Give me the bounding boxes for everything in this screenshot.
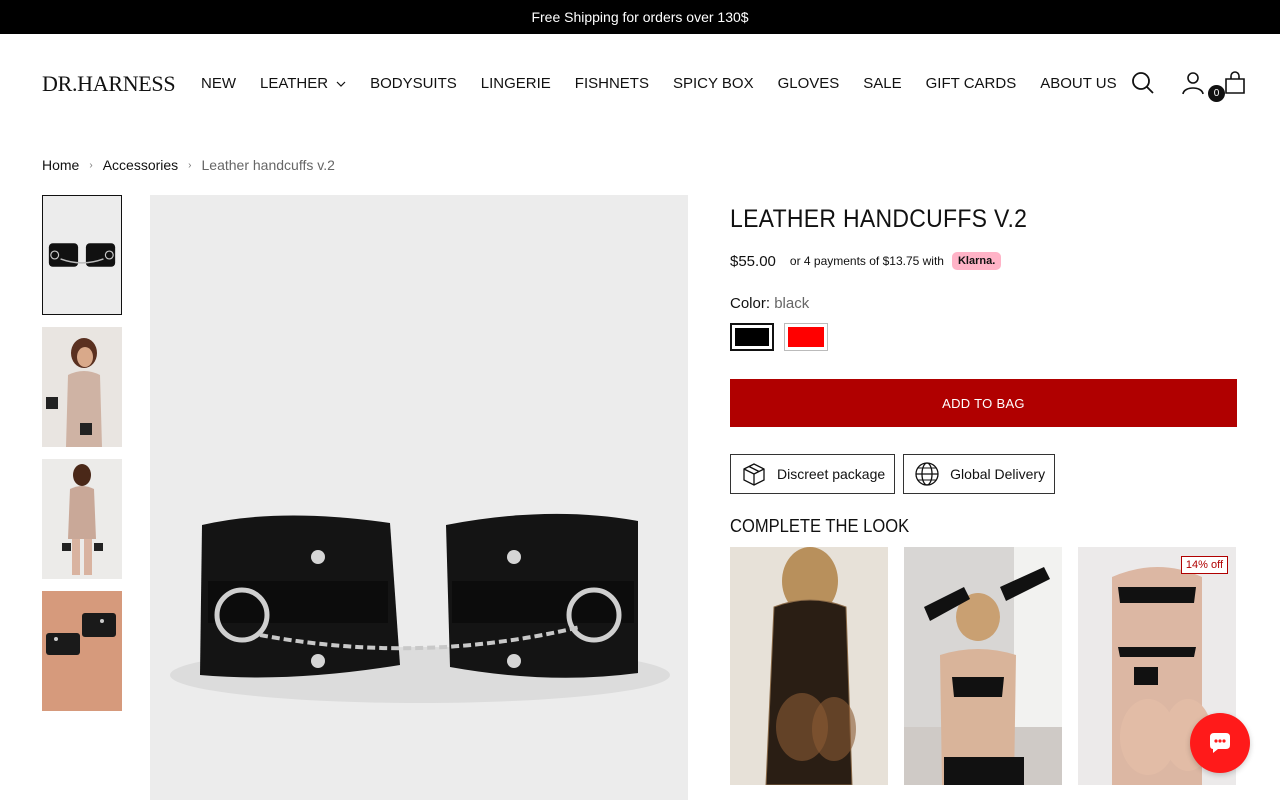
breadcrumb-home[interactable]: Home	[42, 157, 79, 173]
complete-the-look-grid: 14% off	[730, 547, 1237, 785]
thumbnail-wrists[interactable]	[42, 591, 122, 711]
nav-item-gloves[interactable]: GLOVES	[778, 75, 840, 92]
breadcrumb-accessories[interactable]: Accessories	[103, 157, 178, 173]
breadcrumb: Home › Accessories › Leather handcuffs v…	[42, 157, 335, 173]
nav-item-leather[interactable]: LEATHER	[260, 75, 346, 92]
model-photo	[42, 459, 122, 579]
package-icon	[743, 463, 765, 486]
brand-logo[interactable]: DR.HARNESS	[42, 71, 176, 97]
selected-color-value: black	[774, 295, 810, 312]
feature-discreet-package: Discreet package	[730, 454, 896, 494]
chevron-right-icon: ›	[188, 159, 192, 171]
site-header: DR.HARNESS NEW LEATHER BODYSUITS LINGERI…	[0, 34, 1280, 134]
look-product-image	[730, 547, 888, 785]
breadcrumb-current: Leather handcuffs v.2	[201, 157, 335, 173]
klarna-installments-text: or 4 payments of $13.75 with	[789, 254, 944, 268]
swatch-black-fill	[735, 328, 769, 346]
product-info: LEATHER HANDCUFFS V.2 $55.00 or 4 paymen…	[730, 205, 1237, 785]
look-card-gloves[interactable]	[904, 547, 1062, 785]
nav-item-new[interactable]: NEW	[201, 75, 236, 92]
main-product-image[interactable]	[150, 195, 688, 800]
announcement-text: Free Shipping for orders over 130$	[531, 9, 749, 25]
color-selector-label: Color: black	[730, 295, 810, 312]
chevron-down-icon	[336, 81, 346, 87]
handcuffs-photo	[150, 195, 688, 800]
nav-item-gift-cards[interactable]: GIFT CARDS	[926, 75, 1017, 92]
main-nav: NEW LEATHER BODYSUITS LINGERIE FISHNETS …	[201, 75, 1117, 92]
swatch-red[interactable]	[784, 323, 828, 351]
thumbnail-model-front[interactable]	[42, 327, 122, 447]
chat-icon	[1210, 733, 1230, 753]
nav-item-spicy-box[interactable]: SPICY BOX	[673, 75, 754, 92]
model-photo	[42, 327, 122, 447]
product-price: $55.00	[730, 252, 776, 270]
nav-item-about-us[interactable]: ABOUT US	[1040, 75, 1116, 92]
nav-item-lingerie[interactable]: LINGERIE	[481, 75, 551, 92]
thumbnail-model-full[interactable]	[42, 459, 122, 579]
model-photo	[42, 591, 122, 711]
product-thumbnail-image	[43, 196, 121, 314]
product-title: LEATHER HANDCUFFS V.2	[730, 205, 1028, 233]
feature-global-delivery: Global Delivery	[903, 454, 1056, 494]
complete-the-look-title: COMPLETE THE LOOK	[730, 516, 910, 536]
nav-item-bodysuits[interactable]: BODYSUITS	[370, 75, 457, 92]
search-icon[interactable]	[1130, 70, 1156, 96]
chevron-right-icon: ›	[89, 159, 93, 171]
discount-badge: 14% off	[1180, 556, 1228, 574]
look-product-image	[904, 547, 1062, 785]
klarna-badge[interactable]: Klarna.	[951, 252, 1002, 270]
globe-icon	[915, 462, 939, 486]
feature-badges: Discreet package Global Delivery	[730, 454, 1237, 494]
thumbnail-gallery	[42, 195, 122, 723]
account-icon[interactable]	[1180, 70, 1206, 96]
nav-item-sale[interactable]: SALE	[863, 75, 901, 92]
chat-button[interactable]	[1190, 713, 1250, 773]
thumbnail-handcuffs[interactable]	[42, 195, 122, 315]
announcement-bar: Free Shipping for orders over 130$	[0, 0, 1280, 34]
nav-item-fishnets[interactable]: FISHNETS	[575, 75, 649, 92]
swatch-red-fill	[788, 327, 824, 347]
color-swatches	[730, 323, 1237, 351]
add-to-bag-button[interactable]: ADD TO BAG	[730, 379, 1237, 427]
look-card-fishnet-bodysuit[interactable]	[730, 547, 888, 785]
price-row: $55.00 or 4 payments of $13.75 with Klar…	[730, 252, 1237, 270]
cart-count-badge: 0	[1208, 85, 1225, 102]
swatch-black[interactable]	[730, 323, 774, 351]
bag-icon[interactable]	[1222, 70, 1248, 96]
